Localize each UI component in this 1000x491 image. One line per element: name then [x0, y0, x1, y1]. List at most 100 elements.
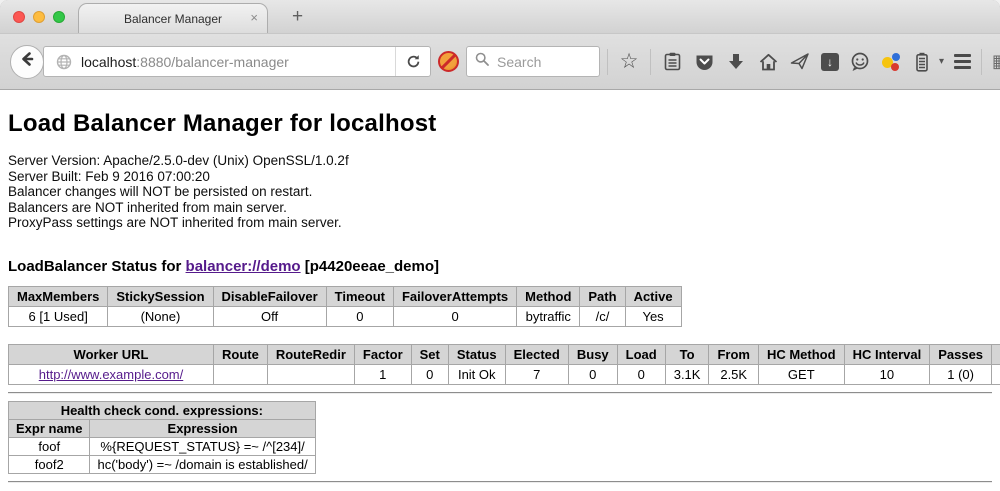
table-cell: 3.1K	[665, 364, 709, 384]
notice-line: Balancer changes will NOT be persisted o…	[8, 184, 992, 200]
server-built-line: Server Built: Feb 9 2016 07:00:20	[8, 169, 992, 185]
browser-window: Balancer Manager × + localhost:8880/bala…	[0, 0, 1000, 491]
chat-smiley-icon[interactable]	[849, 51, 871, 73]
table-cell: 6 [1 Used]	[9, 306, 108, 326]
back-button[interactable]	[10, 45, 44, 79]
table-cell: Yes	[625, 306, 681, 326]
balancer-demo-link[interactable]: balancer://demo	[186, 258, 301, 275]
bookmark-star-icon[interactable]: ☆	[618, 51, 640, 73]
column-header: Busy	[568, 344, 617, 364]
back-arrow-icon	[18, 50, 36, 73]
toolbar-divider	[650, 49, 651, 75]
column-header: Route	[214, 344, 268, 364]
column-header: DisableFailover	[213, 286, 326, 306]
column-header: Fails	[992, 344, 1000, 364]
tab-bar: Balancer Manager × +	[0, 0, 1000, 33]
reload-icon	[406, 54, 421, 69]
table-cell: 0	[393, 306, 516, 326]
minimize-window-button[interactable]	[33, 11, 45, 23]
home-icon[interactable]	[757, 51, 779, 73]
tab-balancer-manager[interactable]: Balancer Manager ×	[78, 3, 268, 33]
downloads-icon[interactable]	[725, 51, 747, 73]
column-header: Status	[448, 344, 505, 364]
table-header-row: Worker URL Route RouteRedir Factor Set S…	[9, 344, 1000, 364]
battery-status-icon[interactable]	[911, 51, 933, 73]
close-window-button[interactable]	[13, 11, 25, 23]
search-bar[interactable]	[466, 46, 600, 77]
extension-dots-icon[interactable]	[881, 52, 901, 72]
notice-line: ProxyPass settings are NOT inherited fro…	[8, 215, 992, 231]
divider	[8, 481, 992, 483]
worker-url-link[interactable]: http://www.example.com/	[39, 367, 184, 382]
reading-list-icon[interactable]	[661, 51, 683, 73]
new-tab-button[interactable]: +	[284, 3, 311, 33]
toolbar-divider	[607, 49, 608, 75]
close-tab-icon[interactable]: ×	[250, 11, 258, 24]
table-cell: 0	[411, 364, 448, 384]
column-header: Set	[411, 344, 448, 364]
table-cell: bytraffic	[517, 306, 580, 326]
table-cell: Off	[213, 306, 326, 326]
expr-name-cell: foof	[9, 437, 90, 455]
send-page-icon[interactable]	[789, 51, 811, 73]
notice-line: Balancers are NOT inherited from main se…	[8, 200, 992, 216]
table-row: foof2 hc('body') =~ /domain is establish…	[9, 455, 316, 473]
content-blocked-icon[interactable]	[438, 51, 459, 72]
column-header: Worker URL	[9, 344, 214, 364]
menu-icon[interactable]	[954, 54, 971, 69]
search-input[interactable]	[495, 53, 591, 71]
loadbalancer-status-heading: LoadBalancer Status for balancer://demo …	[8, 258, 992, 275]
toolbar-icons: ☆ ↓	[607, 49, 1000, 75]
toolbar-divider	[981, 49, 982, 75]
window-controls	[13, 11, 65, 23]
table-cell: (None)	[108, 306, 213, 326]
column-header: Elected	[505, 344, 568, 364]
pocket-icon[interactable]	[693, 51, 715, 73]
video-download-icon[interactable]: ↓	[821, 53, 839, 71]
url-host: localhost	[81, 54, 136, 70]
url-bar[interactable]: localhost:8880/balancer-manager	[43, 46, 431, 77]
table-cell: 1 (0)	[930, 364, 992, 384]
zoom-window-button[interactable]	[53, 11, 65, 23]
chevron-down-icon[interactable]: ▾	[939, 56, 944, 67]
table-cell: 10	[844, 364, 930, 384]
column-header: Timeout	[326, 286, 393, 306]
page-content: Load Balancer Manager for localhost Serv…	[0, 90, 1000, 491]
table-cell	[214, 364, 268, 384]
column-header: StickySession	[108, 286, 213, 306]
column-header: Method	[517, 286, 580, 306]
health-check-table: Health check cond. expressions: Expr nam…	[8, 401, 316, 474]
url-path: :8880/balancer-manager	[136, 54, 289, 70]
column-header: Factor	[354, 344, 411, 364]
expr-name-cell: foof2	[9, 455, 90, 473]
column-header: To	[665, 344, 709, 364]
column-header: HC Interval	[844, 344, 930, 364]
table-cell: 2 (0)	[992, 364, 1000, 384]
page-title: Load Balancer Manager for localhost	[8, 110, 992, 138]
health-table-title: Health check cond. expressions:	[9, 401, 316, 419]
table-cell: 2.5K	[709, 364, 759, 384]
column-header: From	[709, 344, 759, 364]
table-row: foof %{REQUEST_STATUS} =~ /^[234]/	[9, 437, 316, 455]
column-header: HC Method	[758, 344, 844, 364]
column-header: Path	[580, 286, 625, 306]
table-cell	[267, 364, 354, 384]
column-header: FailoverAttempts	[393, 286, 516, 306]
table-cell: Init Ok	[448, 364, 505, 384]
server-version-line: Server Version: Apache/2.5.0-dev (Unix) …	[8, 153, 992, 169]
table-cell: /c/	[580, 306, 625, 326]
column-header: Passes	[930, 344, 992, 364]
table-cell: 0	[568, 364, 617, 384]
table-cell: 1	[354, 364, 411, 384]
balancer-settings-table: MaxMembers StickySession DisableFailover…	[8, 286, 682, 327]
table-row: http://www.example.com/ 1 0 Init Ok 7 0 …	[9, 364, 1000, 384]
divider	[8, 392, 992, 394]
tab-groups-icon[interactable]: ▦	[992, 51, 1000, 72]
table-header-row: Expr name Expression	[9, 419, 316, 437]
tab-title: Balancer Manager	[124, 12, 222, 26]
table-header-row: MaxMembers StickySession DisableFailover…	[9, 286, 682, 306]
column-header: Expr name	[9, 419, 90, 437]
reload-button[interactable]	[396, 46, 430, 77]
server-info: Server Version: Apache/2.5.0-dev (Unix) …	[8, 153, 992, 231]
worker-url-cell: http://www.example.com/	[9, 364, 214, 384]
